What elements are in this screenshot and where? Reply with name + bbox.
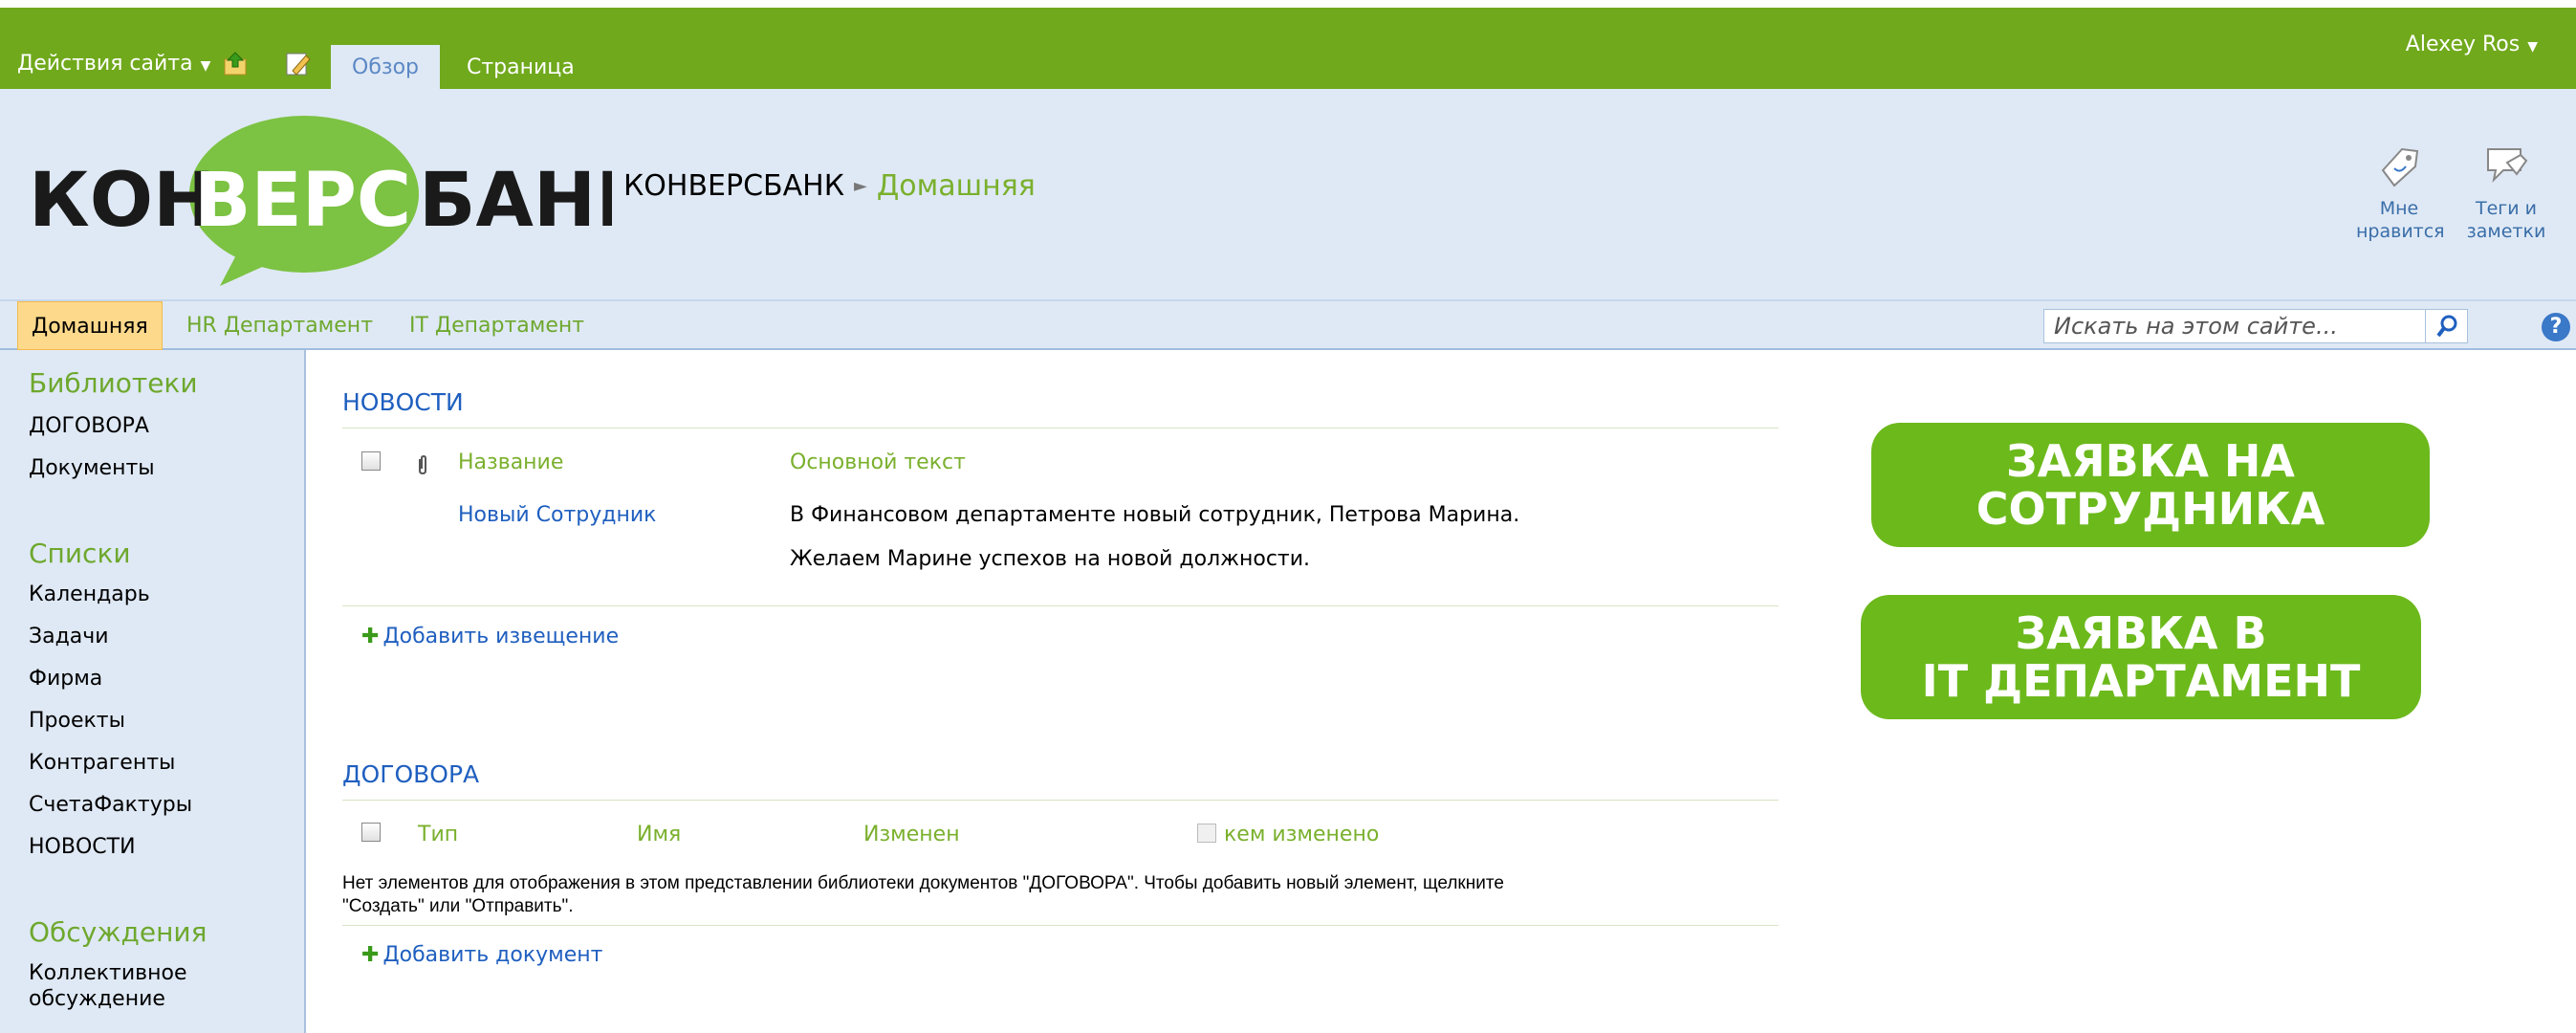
news-list-divider xyxy=(342,605,1779,606)
nav-it-department[interactable]: IT Департамент xyxy=(396,301,598,350)
tab-browse[interactable]: Обзор xyxy=(331,45,441,89)
contracts-empty-message: Нет элементов для отображения в этом пре… xyxy=(342,872,1777,918)
leftnav-item-company[interactable]: Фирма xyxy=(29,666,102,692)
ribbon-top-strip xyxy=(0,0,2576,8)
user-name: Alexey Ros xyxy=(2405,33,2521,56)
breadcrumb-current: Домашняя xyxy=(876,169,1036,203)
news-item-body-line1: В Финансовом департаменте новый сотрудни… xyxy=(790,503,1520,527)
bank-logo[interactable]: КОН ВЕРС БАНК xyxy=(29,106,612,288)
contracts-column-name[interactable]: Имя xyxy=(637,823,681,846)
news-section-title[interactable]: НОВОСТИ xyxy=(342,388,464,416)
it-request-line1: ЗАЯВКА В xyxy=(2015,607,2267,659)
add-announcement-label: Добавить извещение xyxy=(382,625,620,648)
contracts-select-all-checkbox[interactable] xyxy=(361,823,381,842)
contracts-column-type[interactable]: Тип xyxy=(418,823,458,846)
add-plus-icon: ✚ xyxy=(361,625,380,648)
nav-home[interactable]: Домашняя xyxy=(17,301,163,350)
leftnav-item-contracts[interactable]: ДОГОВОРА xyxy=(29,413,149,439)
help-icon[interactable]: ? xyxy=(2542,313,2570,341)
tags-notes-button[interactable]: Теги и заметки xyxy=(2463,142,2549,243)
leftnav-item-documents[interactable]: Документы xyxy=(29,455,155,481)
employee-request-line1: ЗАЯВКА НА xyxy=(2005,435,2296,487)
empty-message-line1: Нет элементов для отображения в этом пре… xyxy=(342,873,1504,893)
breadcrumb-arrow-icon: ► xyxy=(854,176,867,196)
tags-notes-icon xyxy=(2487,148,2528,184)
news-select-all-checkbox[interactable] xyxy=(361,451,381,471)
leftnav-libraries-heading[interactable]: Библиотеки xyxy=(29,367,198,399)
breadcrumb: КОНВЕРСБАНК ► Домашняя xyxy=(623,169,1036,203)
quick-launch: Библиотеки ДОГОВОРА Документы Списки Кал… xyxy=(0,350,306,1033)
news-column-title[interactable]: Название xyxy=(458,451,563,474)
site-actions-menu[interactable]: Действия сайта ▼ xyxy=(17,52,210,76)
contracts-section-title[interactable]: ДОГОВОРА xyxy=(342,760,479,788)
news-column-body[interactable]: Основной текст xyxy=(790,451,966,474)
news-title-divider xyxy=(342,428,1779,429)
empty-message-line2: "Создать" или "Отправить". xyxy=(342,896,574,916)
chevron-down-icon: ▼ xyxy=(2527,39,2538,55)
logo-text-right: БАНК xyxy=(419,158,612,244)
leftnav-discussions-heading[interactable]: Обсуждения xyxy=(29,916,207,948)
modified-by-filter-checkbox[interactable] xyxy=(1197,824,1216,843)
edit-page-icon[interactable] xyxy=(283,50,312,78)
logo-text-left: КОН xyxy=(29,158,215,244)
add-announcement-link[interactable]: ✚ Добавить извещение xyxy=(361,625,619,648)
leftnav-item-projects[interactable]: Проекты xyxy=(29,708,125,734)
news-item-title-link[interactable]: Новый Сотрудник xyxy=(458,503,656,527)
it-request-button[interactable]: ЗАЯВКА В IT ДЕПАРТАМЕНТ xyxy=(1861,595,2421,719)
breadcrumb-site[interactable]: КОНВЕРСБАНК xyxy=(623,169,844,203)
add-document-label: Добавить документ xyxy=(382,943,603,967)
nav-hr-department[interactable]: HR Департамент xyxy=(173,301,386,350)
like-button[interactable]: Мне нравится xyxy=(2356,142,2445,243)
team-discussion-line2: обсуждение xyxy=(29,987,165,1011)
site-header: КОН ВЕРС БАНК КОНВЕРСБАНК ► Домашняя Мне н… xyxy=(0,89,2576,299)
tags-line2: заметки xyxy=(2466,221,2546,242)
search-button[interactable] xyxy=(2426,309,2468,343)
like-line1: Мне xyxy=(2379,198,2419,219)
logo-text-bubble: ВЕРС xyxy=(194,158,411,244)
team-discussion-line1: Коллективное xyxy=(29,961,187,985)
add-document-link[interactable]: ✚ Добавить документ xyxy=(361,943,602,967)
tags-line1: Теги и xyxy=(2475,198,2537,219)
attachment-icon xyxy=(419,454,426,475)
news-item-body-line2: Желаем Марине успехов на новой должности… xyxy=(790,547,1311,571)
navigate-up-icon[interactable] xyxy=(222,50,251,78)
contracts-list-divider xyxy=(342,925,1779,926)
like-tag-icon xyxy=(2381,147,2419,187)
like-line2: нравится xyxy=(2356,221,2445,242)
leftnav-lists-heading[interactable]: Списки xyxy=(29,538,131,569)
employee-request-line2: СОТРУДНИКА xyxy=(1976,483,2325,535)
add-plus-icon: ✚ xyxy=(361,943,380,967)
user-menu[interactable]: Alexey Ros ▼ xyxy=(2406,33,2538,56)
leftnav-item-team-discussion[interactable]: Коллективное обсуждение xyxy=(29,960,186,1012)
chevron-down-icon: ▼ xyxy=(200,58,211,74)
search-box xyxy=(2043,309,2426,343)
it-request-line2: IT ДЕПАРТАМЕНТ xyxy=(1921,655,2361,707)
leftnav-item-calendar[interactable]: Календарь xyxy=(29,582,150,607)
ribbon-bar: Действия сайта ▼ Обзор Страница Alexey Ro… xyxy=(0,0,2576,89)
tab-page[interactable]: Страница xyxy=(446,45,596,89)
employee-request-button[interactable]: ЗАЯВКА НА СОТРУДНИКА xyxy=(1871,423,2430,547)
contracts-column-modified-by[interactable]: кем изменено xyxy=(1224,823,1379,846)
contracts-title-divider xyxy=(342,800,1779,801)
search-input[interactable] xyxy=(2044,310,2408,342)
site-actions-label: Действия сайта xyxy=(17,52,193,76)
leftnav-item-tasks[interactable]: Задачи xyxy=(29,624,109,649)
leftnav-item-counterparties[interactable]: Контрагенты xyxy=(29,750,175,776)
contracts-column-modified[interactable]: Изменен xyxy=(863,823,960,846)
top-navigation: Домашняя HR Департамент IT Департамент ? xyxy=(0,299,2576,350)
leftnav-item-news[interactable]: НОВОСТИ xyxy=(29,834,136,860)
search-icon xyxy=(2436,315,2457,338)
leftnav-item-invoices[interactable]: СчетаФактуры xyxy=(29,792,192,818)
